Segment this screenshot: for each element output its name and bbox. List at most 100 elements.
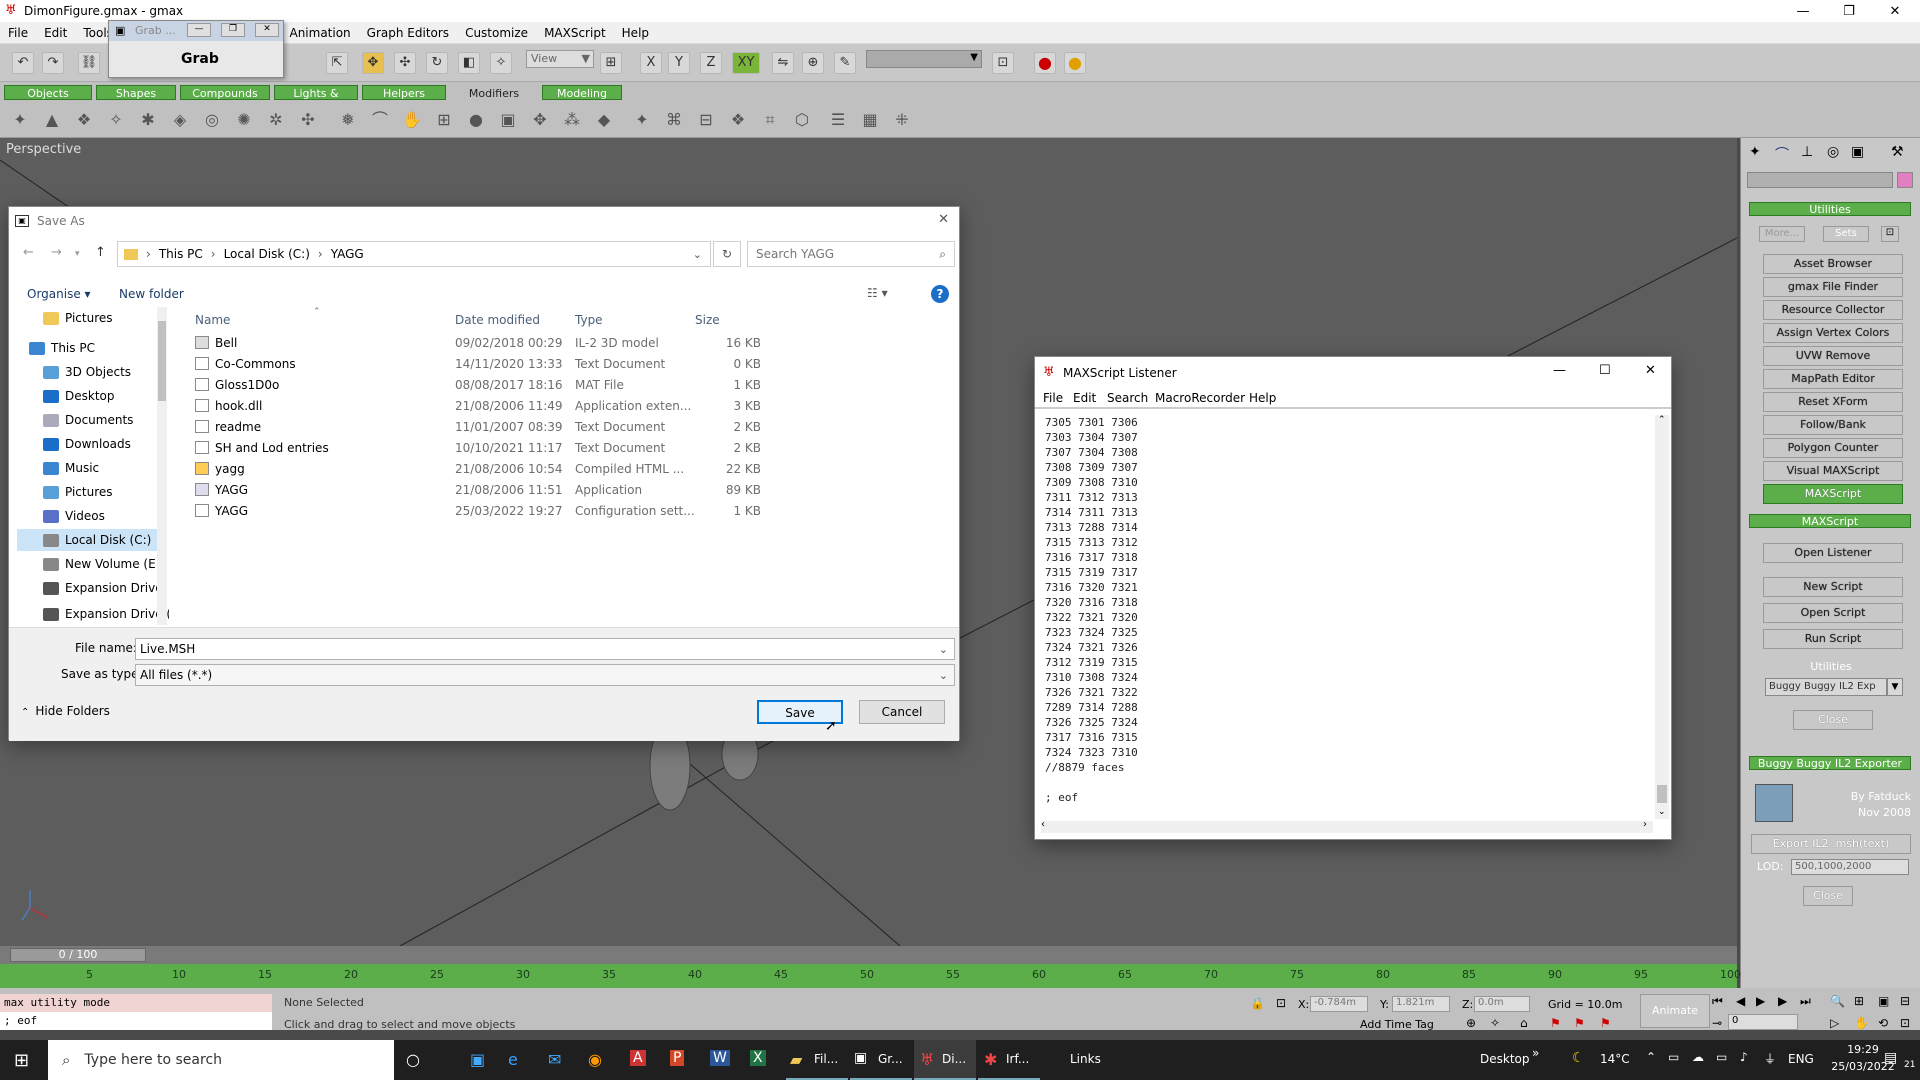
- axis-xy-icon[interactable]: XY: [732, 52, 760, 74]
- edge-icon[interactable]: e: [508, 1050, 518, 1069]
- utilities-panel-icon[interactable]: ⚒: [1891, 144, 1904, 160]
- symmetry-icon[interactable]: ⁂: [560, 108, 584, 132]
- save-as-type-select[interactable]: All files (*.*) ⌄: [135, 664, 955, 686]
- run-script-button[interactable]: Run Script: [1763, 629, 1903, 649]
- current-frame-field[interactable]: 0: [1728, 1014, 1798, 1030]
- sphere-icon[interactable]: ●: [464, 108, 488, 132]
- usb-icon[interactable]: ⏚: [1764, 1050, 1776, 1067]
- tab-shapes[interactable]: Shapes: [96, 85, 176, 100]
- animate-button[interactable]: Animate: [1640, 994, 1710, 1028]
- taskbar-app-explorer[interactable]: ▰ Fil...: [786, 1040, 848, 1080]
- search-box[interactable]: Search YAGG ⌕: [747, 241, 955, 267]
- new-folder-button[interactable]: New folder: [119, 287, 184, 301]
- access-icon[interactable]: A: [630, 1050, 646, 1066]
- asset-browser-button[interactable]: Asset Browser: [1763, 254, 1903, 274]
- utilities-rollout-title[interactable]: Utilities: [1749, 202, 1911, 216]
- field-of-view-icon[interactable]: ▷: [1830, 1016, 1839, 1030]
- ffd-icon[interactable]: ✣: [296, 108, 320, 132]
- mappath-editor-button[interactable]: MapPath Editor: [1763, 369, 1903, 389]
- time-slider[interactable]: 0 / 100: [0, 946, 1737, 964]
- redo-icon[interactable]: ↷: [42, 52, 64, 74]
- menu-maxscript[interactable]: MAXScript: [536, 26, 614, 40]
- column-size[interactable]: Size: [695, 313, 720, 327]
- time-slider-handle[interactable]: 0 / 100: [10, 948, 146, 962]
- listener-minimize-button[interactable]: —: [1553, 363, 1566, 378]
- wave-icon[interactable]: ✺: [232, 108, 256, 132]
- ripple-icon[interactable]: ◎: [200, 108, 224, 132]
- nav-item-documents[interactable]: Documents: [43, 409, 133, 431]
- forward-icon[interactable]: →: [51, 245, 62, 260]
- exporter-close-button[interactable]: Close: [1803, 886, 1853, 906]
- zoom-icon[interactable]: 🔍: [1830, 994, 1845, 1008]
- nav-item-pictures[interactable]: Pictures: [43, 307, 113, 329]
- firefox-icon[interactable]: ◉: [588, 1050, 602, 1069]
- grab-restore-button[interactable]: ❐: [221, 23, 245, 37]
- keyframe-filter-icon[interactable]: ⚑: [1574, 1016, 1585, 1030]
- named-selection-icon[interactable]: ✎: [834, 52, 856, 74]
- file-row[interactable]: YAGG 21/08/2006 11:51 Application 89 KB: [185, 480, 785, 501]
- stretch-icon[interactable]: ✱: [136, 108, 160, 132]
- file-name-dropdown-icon[interactable]: ⌄: [939, 643, 948, 656]
- listener-maximize-button[interactable]: ☐: [1599, 363, 1611, 378]
- axis-x-icon[interactable]: X: [640, 52, 662, 74]
- file-row[interactable]: Gloss1D0o 08/08/2017 18:16 MAT File 1 KB: [185, 375, 785, 396]
- scroll-right-icon[interactable]: ›: [1643, 819, 1647, 830]
- prev-frame-icon[interactable]: ◀: [1736, 994, 1745, 1008]
- file-row[interactable]: Co-Commons 14/11/2020 13:33 Text Document 0…: [185, 354, 785, 375]
- more-button[interactable]: More...: [1759, 226, 1805, 242]
- grid-snap-icon[interactable]: ⊡: [992, 52, 1014, 74]
- zoom-all-icon[interactable]: ⊞: [1854, 994, 1864, 1008]
- breadcrumb-yagg[interactable]: YAGG: [331, 247, 364, 261]
- mirror-icon[interactable]: ⇋: [772, 52, 794, 74]
- maxscript-close-button[interactable]: Close: [1793, 710, 1873, 730]
- next-frame-icon[interactable]: ▶: [1778, 994, 1787, 1008]
- hide-folders-button[interactable]: ⌃ Hide Folders: [21, 704, 110, 718]
- view-options-icon[interactable]: ☷ ▾: [867, 286, 888, 300]
- recent-locations-icon[interactable]: ▾: [75, 249, 80, 259]
- display-panel-icon[interactable]: ▣: [1851, 144, 1864, 160]
- listener-menu-edit[interactable]: Edit: [1073, 391, 1096, 405]
- show-hidden-icons-icon[interactable]: ⌃: [1646, 1050, 1656, 1064]
- listener-scrollbar-thumb[interactable]: [1657, 785, 1667, 803]
- clock-time[interactable]: 19:29: [1838, 1043, 1888, 1056]
- listener-horizontal-scrollbar[interactable]: ‹ ›: [1041, 819, 1653, 833]
- tab-compounds[interactable]: Compounds: [180, 85, 270, 100]
- scroll-down-icon[interactable]: ⌄: [1658, 807, 1666, 817]
- material-icon[interactable]: ☰: [826, 108, 850, 132]
- column-name[interactable]: Name: [195, 313, 230, 327]
- nav-item-pictures-2[interactable]: Pictures: [43, 481, 113, 503]
- uvw-map-icon[interactable]: ⊞: [432, 108, 456, 132]
- nav-item-3d-objects[interactable]: 3D Objects: [43, 361, 131, 383]
- listener-menu-search[interactable]: Search: [1107, 391, 1148, 405]
- back-icon[interactable]: ←: [23, 245, 34, 260]
- material-editor-icon[interactable]: ●: [1064, 52, 1086, 74]
- up-icon[interactable]: ↑: [95, 245, 106, 260]
- key-mode-icon[interactable]: ⊸: [1712, 1016, 1722, 1030]
- maxscript-rollout-title[interactable]: MAXScript: [1749, 514, 1911, 528]
- object-name-field[interactable]: [1747, 172, 1893, 188]
- listener-vertical-scrollbar[interactable]: ⌃ ⌄: [1655, 415, 1669, 819]
- address-bar[interactable]: › This PC › Local Disk (C:) › YAGG ⌄: [117, 241, 711, 267]
- cylinder-icon[interactable]: ▣: [496, 108, 520, 132]
- assign-vertex-colors-button[interactable]: Assign Vertex Colors: [1763, 323, 1903, 343]
- menu-edit[interactable]: Edit: [36, 26, 75, 40]
- menu-customize[interactable]: Customize: [457, 26, 536, 40]
- mail-icon[interactable]: ✉: [548, 1050, 561, 1069]
- bend-icon[interactable]: ✦: [8, 108, 32, 132]
- angle-snap-icon[interactable]: ✧: [1490, 1016, 1500, 1030]
- lock-selection-icon[interactable]: 🔒: [1250, 996, 1265, 1010]
- taper-icon[interactable]: ▲: [40, 108, 64, 132]
- organise-button[interactable]: Organise ▾: [27, 287, 91, 301]
- nav-item-expansion-drive[interactable]: Expansion Drive: [43, 577, 163, 599]
- tessellate-icon[interactable]: ⊟: [694, 108, 718, 132]
- visual-maxscript-button[interactable]: Visual MAXScript: [1763, 461, 1903, 481]
- select-move-icon[interactable]: ✥: [362, 52, 384, 74]
- tab-modeling[interactable]: Modeling: [542, 85, 622, 100]
- scale-icon[interactable]: ◧: [458, 52, 480, 74]
- motion-panel-icon[interactable]: ◎: [1827, 144, 1839, 160]
- listener-menu-help[interactable]: Help: [1249, 391, 1276, 405]
- maxscript-mini-listener-output[interactable]: max utility mode: [0, 994, 272, 1012]
- render-icon[interactable]: ●: [1034, 52, 1056, 74]
- relax-icon[interactable]: ✦: [630, 108, 654, 132]
- normal-icon[interactable]: ⌗: [758, 108, 782, 132]
